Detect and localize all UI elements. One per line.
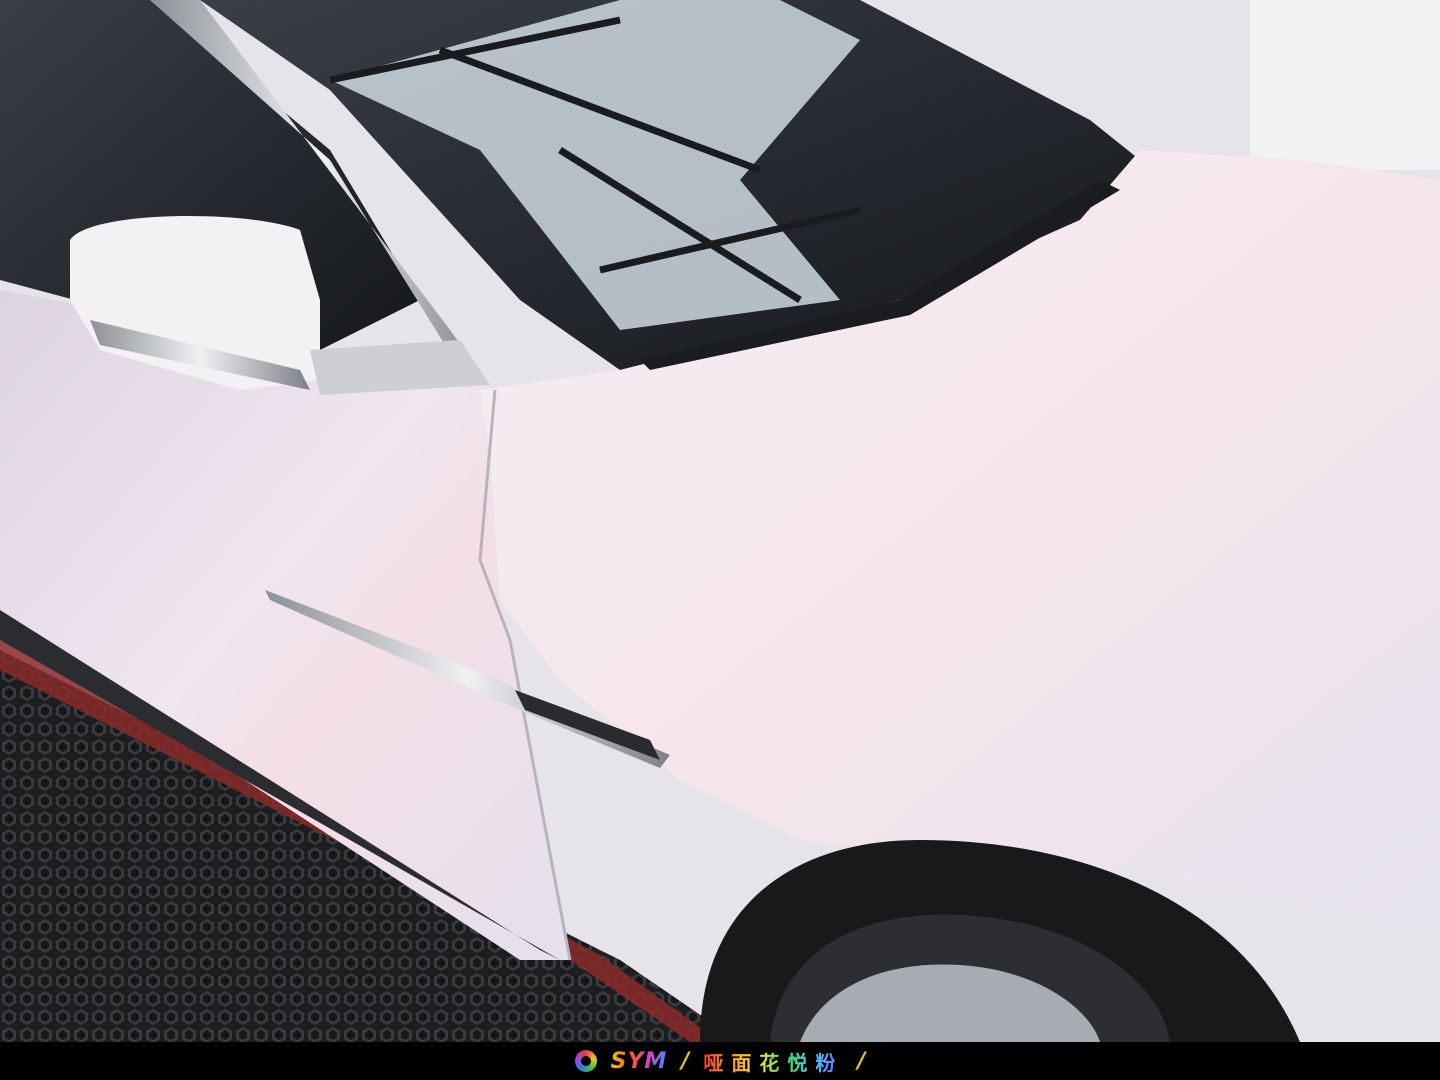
caption-slash-left: /	[681, 1048, 690, 1074]
car-wrap-photo	[0, 0, 1440, 1042]
caption-bar: SYM / 哑面花悦粉 /	[0, 1042, 1440, 1080]
brand-wordmark: SYM	[610, 1048, 668, 1074]
caption-product-name: 哑面花悦粉	[703, 1047, 843, 1076]
brand-logo-icon	[574, 1050, 597, 1072]
caption-slash-right: /	[857, 1048, 866, 1074]
